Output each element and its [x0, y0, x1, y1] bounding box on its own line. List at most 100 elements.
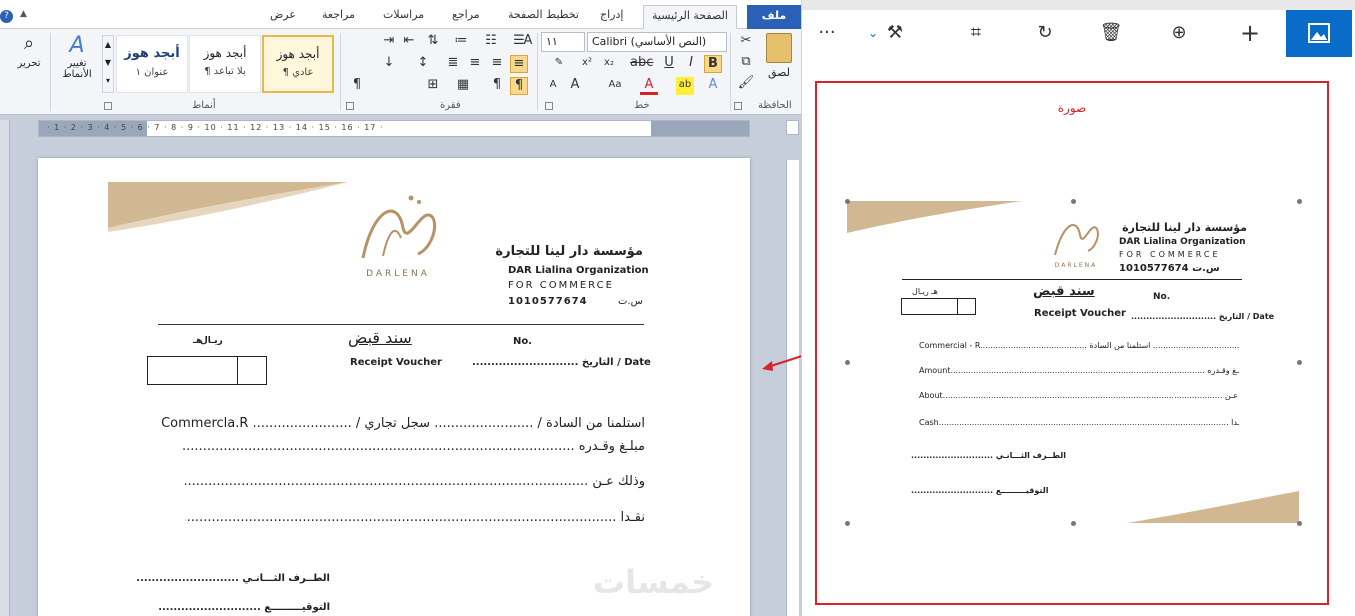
tab-mailings[interactable]: مراسلات [383, 8, 424, 21]
styles-launcher-icon[interactable] [104, 102, 112, 110]
shrink-font-icon[interactable]: A [544, 77, 562, 95]
justify-icon[interactable]: ≣ [444, 55, 462, 73]
image-about-field: About...................................… [919, 391, 1239, 400]
org-name-ar: مؤسسة دار لينا للتجارة [495, 244, 643, 259]
font-color-icon[interactable]: A [640, 77, 658, 95]
style-name: عنوان ١ [135, 67, 169, 78]
font-launcher-icon[interactable] [545, 102, 553, 110]
collapse-ribbon-icon[interactable]: ▲ [20, 9, 27, 19]
paste-icon [766, 33, 792, 63]
format-painter-icon[interactable]: 🖌 [737, 75, 755, 93]
add-icon[interactable]: + [1233, 16, 1267, 50]
image-received-field: Commercial - R..........................… [919, 341, 1239, 350]
resize-handle[interactable] [1071, 199, 1076, 204]
superscript-icon[interactable]: x² [578, 55, 596, 73]
image-no: No. [1153, 292, 1171, 302]
amount-box[interactable] [147, 356, 267, 385]
group-divider [730, 33, 731, 111]
resize-handle[interactable] [1297, 521, 1302, 526]
amount-field: مبلـغ وقـدره ...........................… [182, 439, 645, 454]
clipboard-launcher-icon[interactable] [734, 102, 742, 110]
more-icon[interactable]: ··· [810, 16, 844, 50]
grow-font-size-icon[interactable]: A [566, 77, 584, 95]
shading-icon[interactable]: ▦ [454, 77, 472, 95]
increase-indent-icon[interactable]: ⇥ [380, 33, 398, 51]
editing-button[interactable]: ⌕ تحرير [10, 33, 48, 88]
image-currency: هـ ريـال [912, 287, 938, 296]
horizontal-ruler[interactable]: · 1 · 2 · 3 · 4 · 5 · 6 · 7 · 8 · 9 · 10… [38, 120, 750, 137]
for-commerce: FOR COMMERCE [508, 280, 614, 291]
bold-icon[interactable]: B [704, 55, 722, 73]
subscript-icon[interactable]: x₂ [600, 55, 618, 73]
align-center-icon[interactable]: ≡ [488, 55, 506, 73]
highlight-icon[interactable]: ab [676, 77, 694, 95]
voucher-image[interactable]: DARLENA مؤسسة دار لينا للتجارة DAR Liali… [847, 201, 1299, 523]
logo-text: DARLENA [366, 269, 430, 279]
group-divider [50, 33, 51, 111]
align-left-icon[interactable]: ≡ [466, 55, 484, 73]
show-formatting-icon[interactable]: ¶ [348, 77, 366, 95]
rotate-icon[interactable]: ↻ [1028, 16, 1062, 50]
image-button[interactable] [1286, 10, 1352, 57]
numbering-icon[interactable]: ☰ [510, 33, 528, 51]
cr-number: 1010577674 [508, 296, 588, 307]
tab-home[interactable]: الصفحة الرئيسية [643, 5, 737, 29]
ltr-icon[interactable]: ¶ [488, 77, 506, 95]
clear-formatting-icon[interactable]: ✎ [550, 55, 568, 73]
tab-references[interactable]: مراجع [452, 8, 480, 21]
ruler-tab-selector-icon[interactable] [786, 120, 799, 135]
style-heading-1[interactable]: أبجد هوز عنوان ١ [116, 35, 188, 93]
text-effects-icon[interactable]: A [704, 77, 722, 95]
zoom-icon[interactable]: ⊕ [1162, 16, 1196, 50]
change-styles-button[interactable]: A تغيير الأنماط [56, 33, 98, 95]
resize-handle[interactable] [845, 360, 850, 365]
resize-handle[interactable] [1071, 521, 1076, 526]
paste-button[interactable]: لصق [762, 33, 796, 83]
group-label-paragraph: فقرة [440, 100, 461, 111]
image-voucher-en: Receipt Voucher [1034, 308, 1126, 319]
enhance-icon[interactable]: ⚒ [878, 16, 912, 50]
rtl-icon[interactable]: ¶ [510, 77, 528, 95]
image-selection-frame[interactable]: صورة DARLENA مؤسسة دار لينا للتجارة DAR … [815, 81, 1329, 605]
tab-insert[interactable]: إدراج [600, 8, 623, 21]
strikethrough-icon[interactable]: abc [630, 55, 653, 73]
group-divider [340, 33, 341, 111]
tab-view[interactable]: عرض [270, 8, 296, 21]
decrease-indent-icon[interactable]: ⇤ [400, 33, 418, 51]
paragraph-launcher-icon[interactable] [346, 102, 354, 110]
ruler-scale: · 1 · 2 · 3 · 4 · 5 · 6 · 7 · 8 · 9 · 10… [47, 123, 384, 132]
line-spacing-icon[interactable]: ↕ [414, 55, 432, 73]
italic-icon[interactable]: I [682, 55, 700, 73]
style-normal[interactable]: أبجد هوز ¶ عادي [262, 35, 334, 93]
multilevel-list-icon[interactable]: ☷ [482, 33, 500, 51]
tab-review[interactable]: مراجعة [322, 8, 355, 21]
underline-icon[interactable]: U [660, 55, 678, 73]
bullets-icon[interactable]: ≔ [452, 33, 470, 51]
copy-icon[interactable]: ⧉ [737, 54, 755, 72]
style-name: ¶ عادي [282, 67, 314, 78]
change-case-icon[interactable]: Aa [606, 77, 624, 95]
font-size-dropdown[interactable]: ١١ [541, 32, 585, 52]
resize-handle[interactable] [1297, 199, 1302, 204]
styles-scroll-button[interactable]: ▲ ▼ ▾ [102, 35, 114, 93]
resize-handle[interactable] [1297, 360, 1302, 365]
help-icon[interactable]: ? [0, 10, 13, 23]
resize-handle[interactable] [845, 521, 850, 526]
tab-page-layout[interactable]: تخطيط الصفحة [508, 8, 579, 21]
left-scrollbar[interactable] [0, 120, 10, 616]
vertical-ruler[interactable] [786, 160, 799, 616]
sort-az-icon[interactable]: ↓ [380, 55, 398, 73]
crop-icon[interactable]: ⌗ [959, 16, 993, 50]
align-right-icon[interactable]: ≡ [510, 55, 528, 73]
style-no-spacing[interactable]: أبجد هوز ¶ بلا تباعد [189, 35, 261, 93]
cash-field: نقـداً .................................… [185, 510, 645, 525]
cut-icon[interactable]: ✂ [737, 33, 755, 51]
document-page[interactable]: DARLENA مؤسسة دار لينا للتجارة DAR Liali… [38, 158, 750, 616]
font-name-dropdown[interactable]: Calibri (النص الأساسي) [587, 32, 727, 52]
sort-icon[interactable]: ⇅ [424, 33, 442, 51]
borders-icon[interactable]: ⊞ [424, 77, 442, 95]
tab-file[interactable]: ملف [747, 5, 801, 29]
resize-handle[interactable] [845, 199, 850, 204]
image-cash-field: Cash....................................… [919, 418, 1239, 427]
delete-icon[interactable]: 🗑 [1094, 16, 1128, 50]
